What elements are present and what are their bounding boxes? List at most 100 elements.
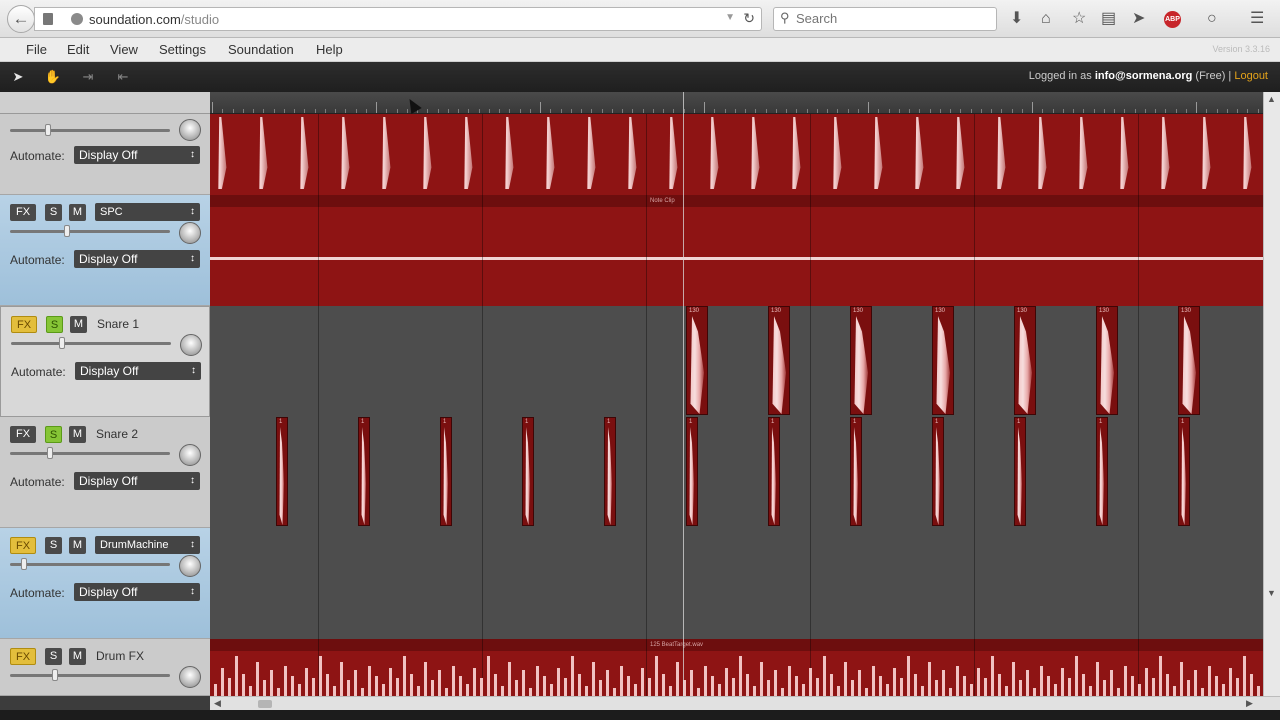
lane-track-snare-1[interactable]: 130 130 130 130 130 130 130 xyxy=(210,306,1263,417)
automate-select[interactable]: Display Off xyxy=(74,583,200,601)
horizontal-scrollbar[interactable]: ◀ ▶ xyxy=(210,696,1280,710)
menu-soundation[interactable]: Soundation xyxy=(228,42,294,57)
lane-track-spc[interactable]: Note Clip xyxy=(210,195,1263,306)
solo-button[interactable]: S xyxy=(45,426,62,443)
chat-icon[interactable]: ○ xyxy=(1207,9,1217,29)
scroll-left-icon[interactable]: ◀ xyxy=(214,698,221,709)
audio-clip[interactable]: 130 xyxy=(932,306,954,415)
volume-slider[interactable] xyxy=(10,669,170,681)
track-name[interactable]: Snare 2 xyxy=(96,427,138,441)
mute-button[interactable]: M xyxy=(69,426,86,443)
audio-clip[interactable]: 1 xyxy=(686,417,698,526)
pan-knob[interactable] xyxy=(179,555,201,577)
lane-track-1[interactable] xyxy=(210,114,1263,195)
volume-thumb[interactable] xyxy=(63,225,70,237)
automate-select[interactable]: Display Off xyxy=(75,362,201,380)
vertical-scrollbar[interactable]: ▲ ▼ xyxy=(1263,92,1280,696)
download-icon[interactable]: ⬇ xyxy=(1010,9,1023,29)
audio-clip[interactable]: 1 xyxy=(358,417,370,526)
pointer-tool-icon[interactable]: ➤ xyxy=(9,68,27,86)
lane-track-drummachine[interactable] xyxy=(210,528,1263,639)
volume-thumb[interactable] xyxy=(58,337,65,349)
send-icon[interactable]: ➤ xyxy=(1132,9,1145,29)
trim-left-tool-icon[interactable]: ⇥ xyxy=(79,68,97,86)
bookmark-star-icon[interactable]: ☆ xyxy=(1072,9,1086,29)
instrument-select[interactable]: SPC xyxy=(95,203,200,221)
audio-clip[interactable]: 1 xyxy=(440,417,452,526)
menu-edit[interactable]: Edit xyxy=(67,42,89,57)
solo-button[interactable]: S xyxy=(45,648,62,665)
audio-clip[interactable]: 1 xyxy=(276,417,288,526)
automate-select[interactable]: Display Off xyxy=(74,472,200,490)
address-bar[interactable]: soundation.com/studio ▼ ↻ xyxy=(34,7,762,31)
instrument-select[interactable]: DrumMachine xyxy=(95,536,200,554)
adblock-icon[interactable]: ABP xyxy=(1164,11,1181,28)
volume-thumb[interactable] xyxy=(46,447,53,459)
pan-knob[interactable] xyxy=(179,119,201,141)
logout-link[interactable]: Logout xyxy=(1234,70,1268,82)
audio-clip[interactable]: 1 xyxy=(932,417,944,526)
mute-button[interactable]: M xyxy=(69,537,86,554)
audio-clip[interactable]: 1 xyxy=(522,417,534,526)
pan-knob[interactable] xyxy=(179,222,201,244)
fx-button[interactable]: FX xyxy=(11,316,37,333)
audio-clip[interactable]: 1 xyxy=(1178,417,1190,526)
scroll-right-icon[interactable]: ▶ xyxy=(1246,698,1253,709)
menu-view[interactable]: View xyxy=(110,42,138,57)
search-box[interactable]: ⚲ xyxy=(773,7,997,31)
solo-button[interactable]: S xyxy=(45,204,62,221)
audio-clip[interactable]: 130 xyxy=(1096,306,1118,415)
lane-track-drum-fx[interactable]: 125 BeatTarget.wav xyxy=(210,639,1263,696)
menu-file[interactable]: File xyxy=(26,42,47,57)
mute-button[interactable]: M xyxy=(69,204,86,221)
audio-clip[interactable]: 130 xyxy=(768,306,790,415)
trim-right-tool-icon[interactable]: ⇤ xyxy=(114,68,132,86)
pan-knob[interactable] xyxy=(180,334,202,356)
playhead[interactable] xyxy=(683,92,684,696)
menu-help[interactable]: Help xyxy=(316,42,343,57)
mute-button[interactable]: M xyxy=(70,316,87,333)
mute-button[interactable]: M xyxy=(69,648,86,665)
solo-button[interactable]: S xyxy=(45,537,62,554)
volume-thumb[interactable] xyxy=(20,558,27,570)
volume-thumb[interactable] xyxy=(51,669,58,681)
reload-icon[interactable]: ↻ xyxy=(743,10,755,27)
audio-clip[interactable]: 1 xyxy=(768,417,780,526)
audio-clip[interactable]: 130 xyxy=(1014,306,1036,415)
audio-clip[interactable]: 130 xyxy=(1178,306,1200,415)
search-input[interactable] xyxy=(796,11,986,26)
fx-button[interactable]: FX xyxy=(10,204,36,221)
home-icon[interactable]: ⌂ xyxy=(1041,9,1051,29)
fx-button[interactable]: FX xyxy=(10,537,36,554)
hand-tool-icon[interactable]: ✋ xyxy=(44,68,62,86)
audio-clip[interactable]: 1 xyxy=(850,417,862,526)
menu-settings[interactable]: Settings xyxy=(159,42,206,57)
url-dropdown-icon[interactable]: ▼ xyxy=(725,12,735,23)
fx-button[interactable]: FX xyxy=(10,648,36,665)
audio-clip[interactable]: 1 xyxy=(1014,417,1026,526)
menu-icon[interactable]: ☰ xyxy=(1250,9,1264,29)
horizontal-scroll-thumb[interactable] xyxy=(258,700,272,708)
pan-knob[interactable] xyxy=(179,444,201,466)
volume-slider[interactable] xyxy=(10,558,170,570)
track-name[interactable]: Drum FX xyxy=(96,649,144,663)
volume-slider[interactable] xyxy=(11,337,171,349)
audio-clip[interactable]: 1 xyxy=(604,417,616,526)
timeline-ruler[interactable] xyxy=(210,92,1263,114)
volume-thumb[interactable] xyxy=(45,124,52,136)
back-button[interactable]: ← xyxy=(7,5,35,33)
automate-select[interactable]: Display Off xyxy=(74,146,200,164)
solo-button[interactable]: S xyxy=(46,316,63,333)
fx-button[interactable]: FX xyxy=(10,426,36,443)
pan-knob[interactable] xyxy=(179,666,201,688)
scroll-up-icon[interactable]: ▲ xyxy=(1267,94,1276,104)
scroll-down-icon[interactable]: ▼ xyxy=(1267,588,1276,598)
track-name[interactable]: Snare 1 xyxy=(97,317,139,331)
lane-track-snare-2[interactable]: 1 1 1 1 1 1 1 1 1 1 1 1 xyxy=(210,417,1263,528)
audio-clip[interactable]: 1 xyxy=(1096,417,1108,526)
volume-slider[interactable] xyxy=(10,447,170,459)
bookmarks-list-icon[interactable]: ▤ xyxy=(1101,9,1116,29)
audio-clip[interactable]: 130 xyxy=(850,306,872,415)
automate-select[interactable]: Display Off xyxy=(74,250,200,268)
volume-slider[interactable] xyxy=(10,225,170,237)
